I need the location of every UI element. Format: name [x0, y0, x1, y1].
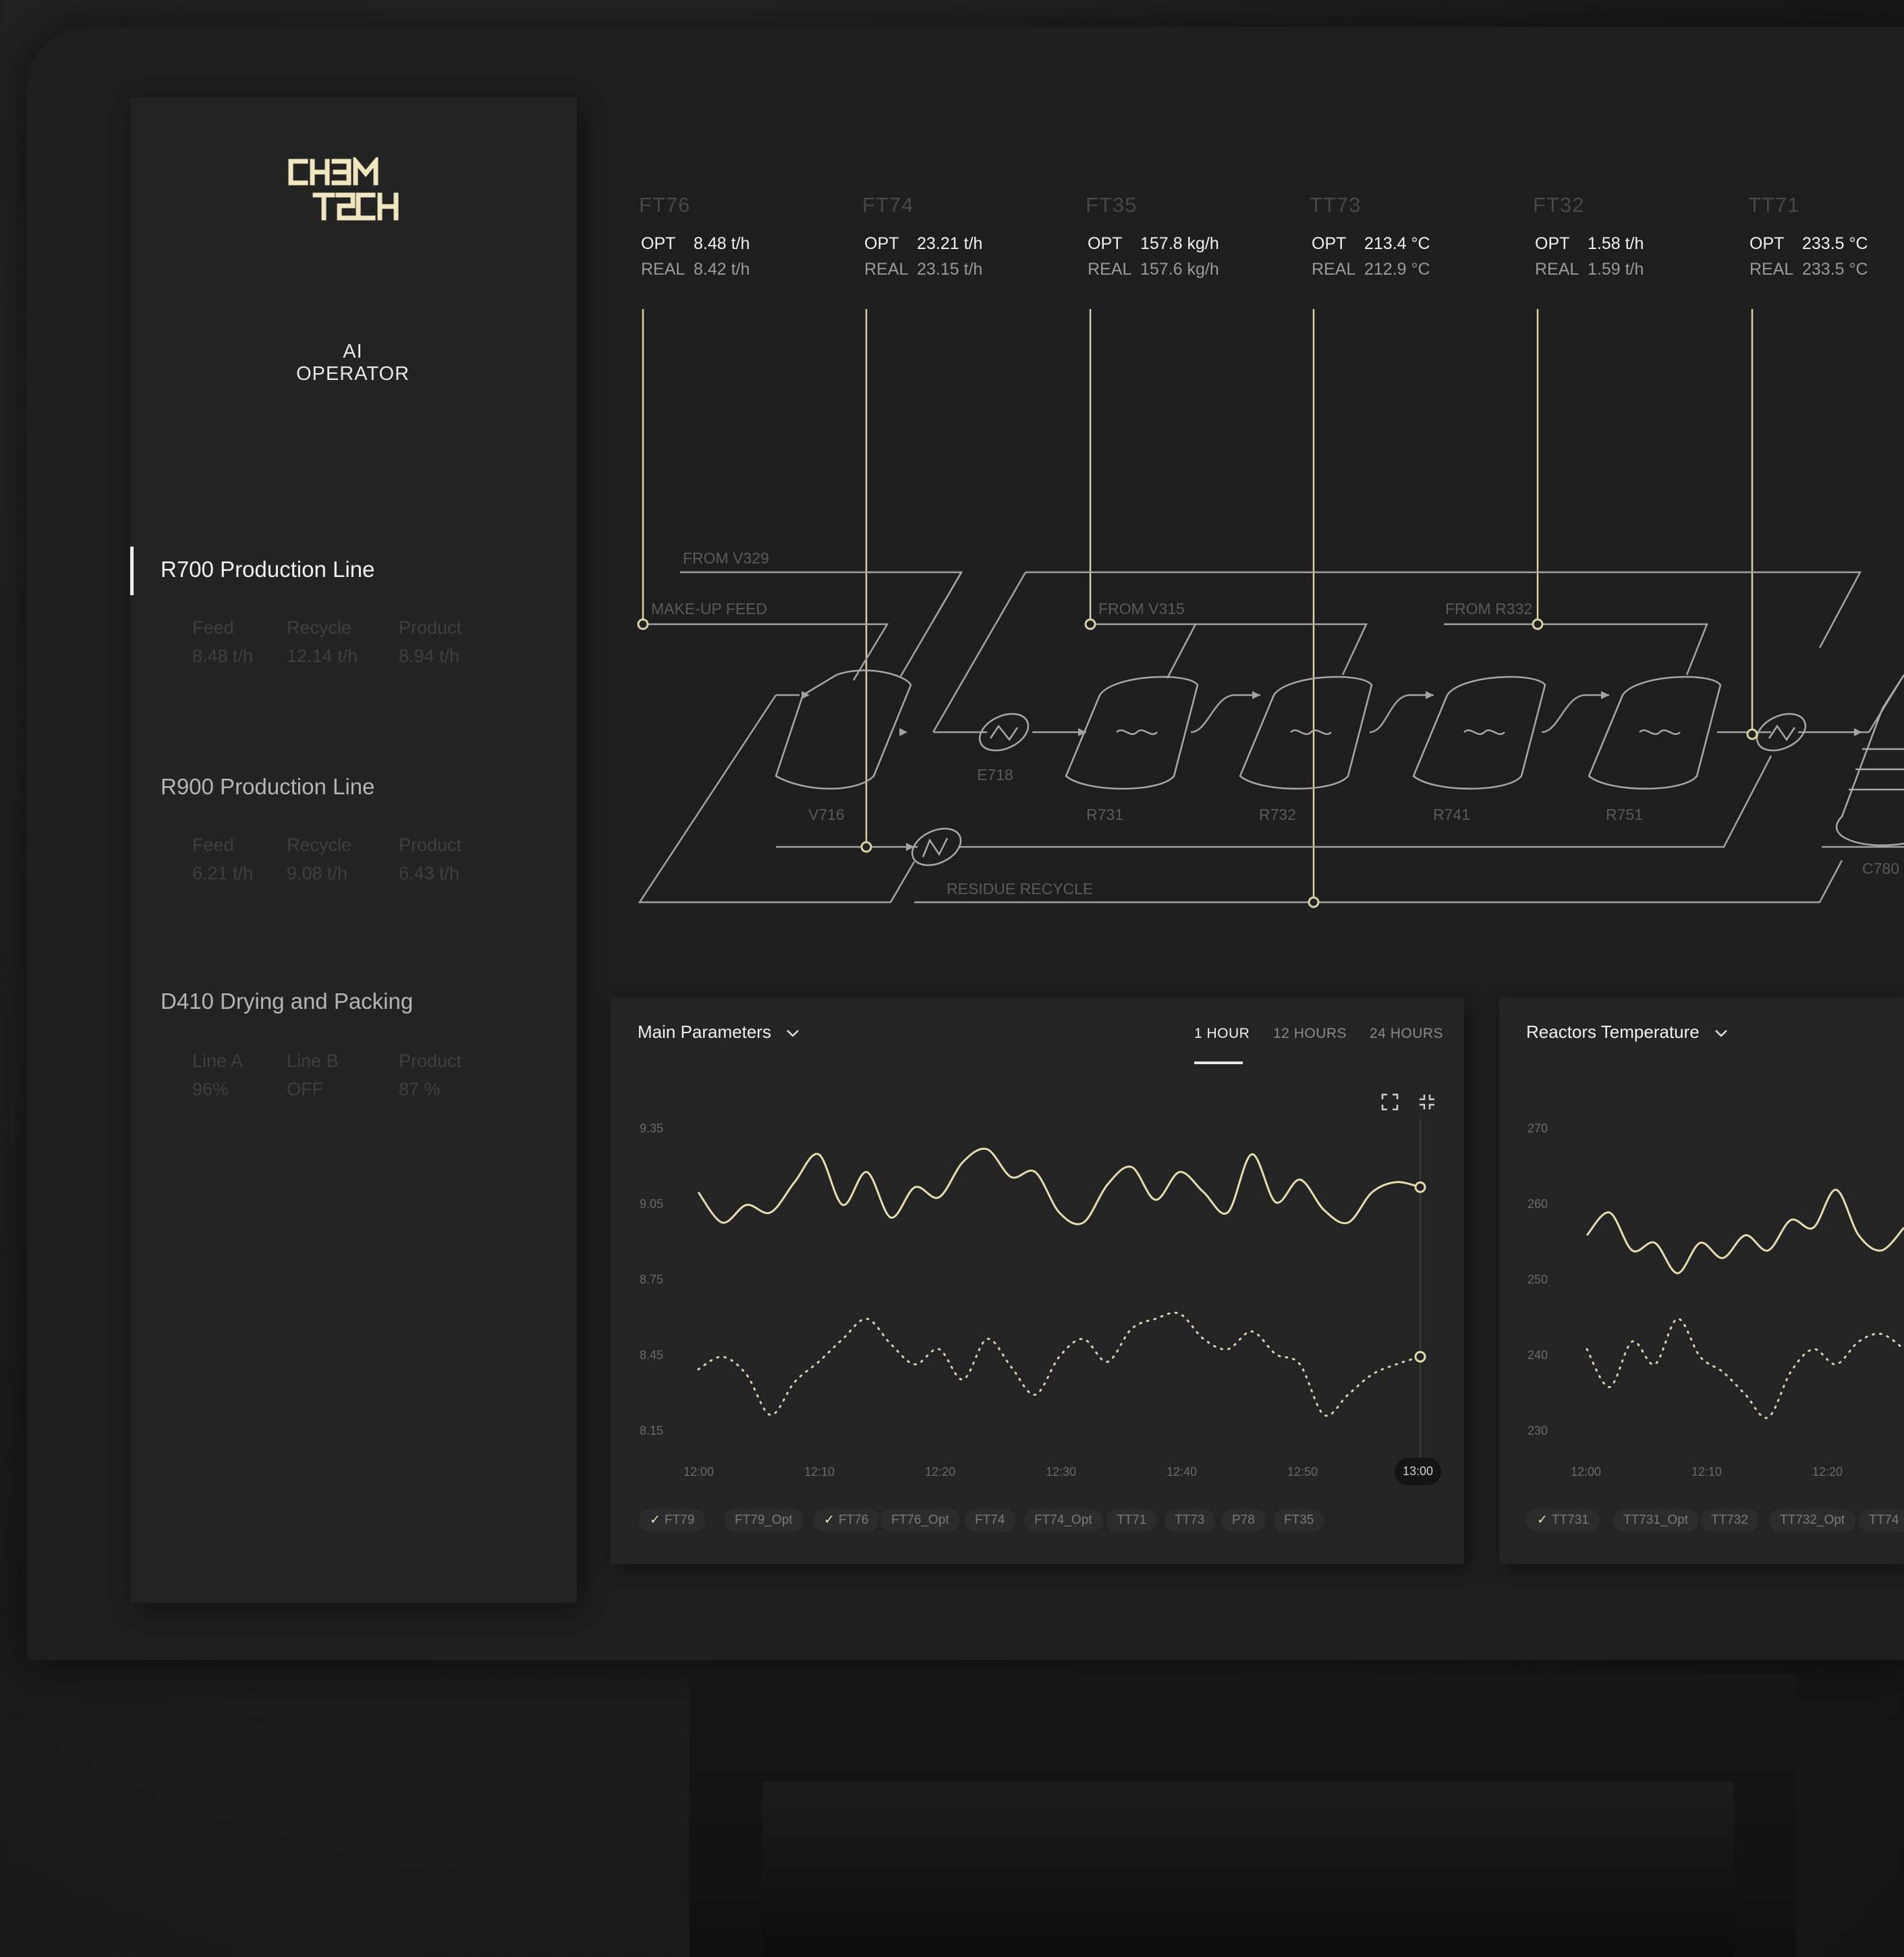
series-chip-tt731[interactable]: ✓ TT731	[1526, 1509, 1600, 1532]
main-parameters-chart	[697, 1119, 1426, 1463]
series-chip-p78[interactable]: P78	[1221, 1509, 1266, 1532]
flow-arrow	[1426, 691, 1434, 699]
series-chip-tt732-opt[interactable]: TT732_Opt	[1769, 1509, 1856, 1532]
x-tick: 12:20	[925, 1465, 956, 1479]
series-line-tt732	[1586, 1317, 1904, 1419]
stat-label: Line B	[287, 1051, 339, 1071]
stat-label: Product	[399, 1051, 462, 1071]
label-make-up-feed: MAKE-UP FEED	[651, 600, 767, 617]
pipe-residue	[776, 694, 918, 848]
junction-node	[1308, 896, 1320, 908]
reactors-temperature-panel: Reactors Temperature 270 260 250 240 230…	[1499, 997, 1904, 1564]
flow-arrow	[1854, 728, 1862, 736]
series-chip-ft35[interactable]: FT35	[1273, 1509, 1325, 1532]
junction-node	[637, 618, 649, 630]
x-tick: 12:40	[1167, 1465, 1198, 1479]
series-chip-tt732[interactable]: TT732	[1700, 1509, 1759, 1532]
vessel-v716	[775, 669, 912, 790]
reactor-r751	[1588, 676, 1722, 790]
scene: AI OPERATOR R700 Production Line Feed 8.…	[0, 0, 1904, 1957]
series-chip-ft74-opt[interactable]: FT74_Opt	[1024, 1509, 1103, 1532]
monitor-stand-base	[762, 1782, 1734, 1957]
x-tick: 12:50	[1287, 1465, 1318, 1479]
label-from-r332: FROM R332	[1445, 600, 1532, 617]
pipe-from-r332	[1444, 623, 1708, 676]
junction-node	[1532, 618, 1544, 630]
series-line-ft76	[697, 1311, 1422, 1417]
pipe-bottom-main	[638, 694, 1843, 904]
stat-value: 96%	[192, 1079, 229, 1099]
label-e718: E718	[977, 766, 1013, 783]
label-r751: R751	[1606, 806, 1643, 823]
reactors-temperature-chart	[1586, 1188, 1904, 1419]
x-tick-current: 13:00	[1395, 1458, 1442, 1485]
series-chip-tt73[interactable]: TT73	[1164, 1509, 1216, 1532]
column-c780	[1835, 674, 1904, 846]
series-chip-ft76-opt[interactable]: FT76_Opt	[880, 1509, 960, 1532]
x-tick: 12:30	[1046, 1465, 1077, 1479]
flow-arrow	[1601, 691, 1609, 699]
label-from-v315: FROM V315	[1098, 600, 1185, 617]
flow-arrow	[1252, 691, 1260, 699]
x-tick: 12:10	[804, 1465, 835, 1479]
reactor-r732	[1239, 676, 1373, 790]
stat-value: OFF	[287, 1079, 323, 1099]
label-r732: R732	[1259, 806, 1296, 823]
label-r741: R741	[1433, 806, 1470, 823]
x-tick: 12:20	[1812, 1465, 1843, 1479]
pipe-v315-branch	[1166, 624, 1197, 679]
x-tick: 12:00	[683, 1465, 715, 1479]
series-line-tt731	[1586, 1188, 1904, 1275]
series-chip-tt74[interactable]: TT74	[1858, 1509, 1904, 1532]
series-chip-tt731-opt[interactable]: TT731_Opt	[1613, 1509, 1700, 1532]
label-from-v329: FROM V329	[683, 549, 769, 567]
flow-arrow	[899, 728, 907, 736]
junction-node	[1084, 618, 1096, 630]
stat-label: Line A	[192, 1051, 244, 1071]
sidebar-item-d410[interactable]: D410 Drying and Packing	[161, 989, 413, 1014]
label-v716: V716	[808, 806, 845, 823]
pipe-lower-return	[958, 755, 1772, 848]
pipe-reactor-links	[1032, 694, 1869, 734]
series-line-ft79	[697, 1147, 1421, 1225]
pipe-from-v315	[1090, 623, 1368, 676]
series-chip-tt71[interactable]: TT71	[1106, 1509, 1158, 1532]
series-chip-ft74[interactable]: FT74	[964, 1509, 1016, 1532]
x-tick: 12:00	[1571, 1465, 1602, 1479]
series-end-point	[1414, 1351, 1426, 1362]
label-r731: R731	[1086, 806, 1123, 823]
process-flow-diagram: FROM V329 MAKE-UP FEED FROM V315 FROM R3…	[637, 309, 1904, 908]
label-c780: C780	[1862, 860, 1899, 877]
junction-node	[1746, 728, 1758, 740]
series-end-point	[1414, 1181, 1426, 1193]
junction-node	[860, 841, 872, 853]
series-chip-ft79-opt[interactable]: FT79_Opt	[724, 1509, 804, 1532]
x-tick: 12:10	[1691, 1465, 1723, 1479]
series-chip-ft76[interactable]: ✓ FT76	[813, 1509, 880, 1532]
series-chip-ft79[interactable]: ✓ FT79	[639, 1509, 706, 1532]
label-residue-recycle: RESIDUE RECYCLE	[947, 880, 1093, 898]
stat-value: 87 %	[399, 1079, 441, 1099]
reactor-r741	[1412, 676, 1546, 790]
main-parameters-panel: Main Parameters 1 HOUR 12 HOURS 24 HOURS…	[611, 997, 1464, 1564]
